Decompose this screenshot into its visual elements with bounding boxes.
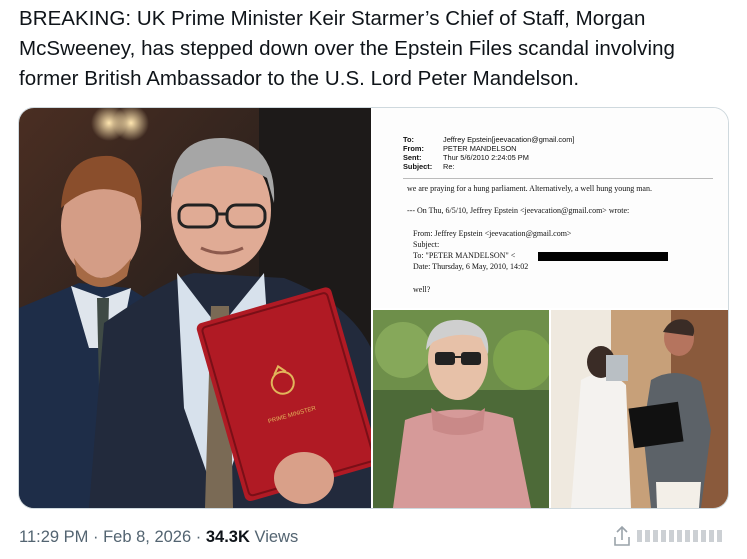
email-from-value: PETER MANDELSON [443, 144, 517, 153]
tweet-time[interactable]: 11:29 PM [19, 528, 88, 546]
email-to-label: To: [403, 135, 414, 144]
email-line-2: --- On Thu, 6/5/10, Jeffrey Epstein <jee… [407, 206, 630, 215]
views-label: Views [254, 528, 299, 546]
meta-separator-1: · [93, 528, 99, 546]
photo-bathrobe-image [551, 310, 728, 508]
photo-starmer-image: PRIME MINISTER [19, 108, 371, 508]
tweet-meta: 11:29 PM · Feb 8, 2026 · 34.3K Views [19, 528, 298, 547]
media-grid[interactable]: PRIME MINISTER To: Jeffrey Epstein[jeevac… [18, 107, 729, 509]
tweet-text: BREAKING: UK Prime Minister Keir Starmer… [19, 7, 675, 90]
more-icon[interactable] [637, 526, 725, 546]
email-sent-value: Thur 5/6/2010 2:24:05 PM [443, 153, 529, 162]
email-from-label: From: [403, 144, 424, 153]
redaction-bar [538, 252, 668, 261]
email-line-5: To: "PETER MANDELSON" < [413, 251, 516, 260]
email-to-value: Jeffrey Epstein[jeevacation@gmail.com] [443, 135, 575, 144]
email-line-7: well? [413, 285, 431, 294]
views-count: 34.3K [205, 528, 250, 546]
meta-separator-2: · [195, 528, 202, 546]
email-document: To: Jeffrey Epstein[jeevacation@gmail.com… [373, 108, 728, 308]
photo-mandelson-image [373, 310, 549, 508]
share-icon[interactable] [612, 525, 632, 547]
photo-email-document[interactable]: To: Jeffrey Epstein[jeevacation@gmail.com… [373, 108, 728, 308]
email-subject-value: Re: [443, 162, 455, 171]
photo-mandelson[interactable] [373, 310, 549, 508]
email-line-4: Subject: [413, 240, 440, 249]
email-subject-label: Subject: [403, 162, 433, 171]
email-sent-label: Sent: [403, 153, 422, 162]
email-divider [403, 178, 713, 179]
email-line-6: Date: Thursday, 6 May, 2010, 14:02 [413, 262, 529, 271]
email-line-1: we are praying for a hung parliament. Al… [407, 184, 652, 193]
email-line-3: From: Jeffrey Epstein <jeevacation@gmail… [413, 229, 572, 238]
photo-bathrobe[interactable] [551, 310, 728, 508]
tweet-date[interactable]: Feb 8, 2026 [103, 528, 191, 546]
photo-starmer[interactable]: PRIME MINISTER [19, 108, 371, 508]
